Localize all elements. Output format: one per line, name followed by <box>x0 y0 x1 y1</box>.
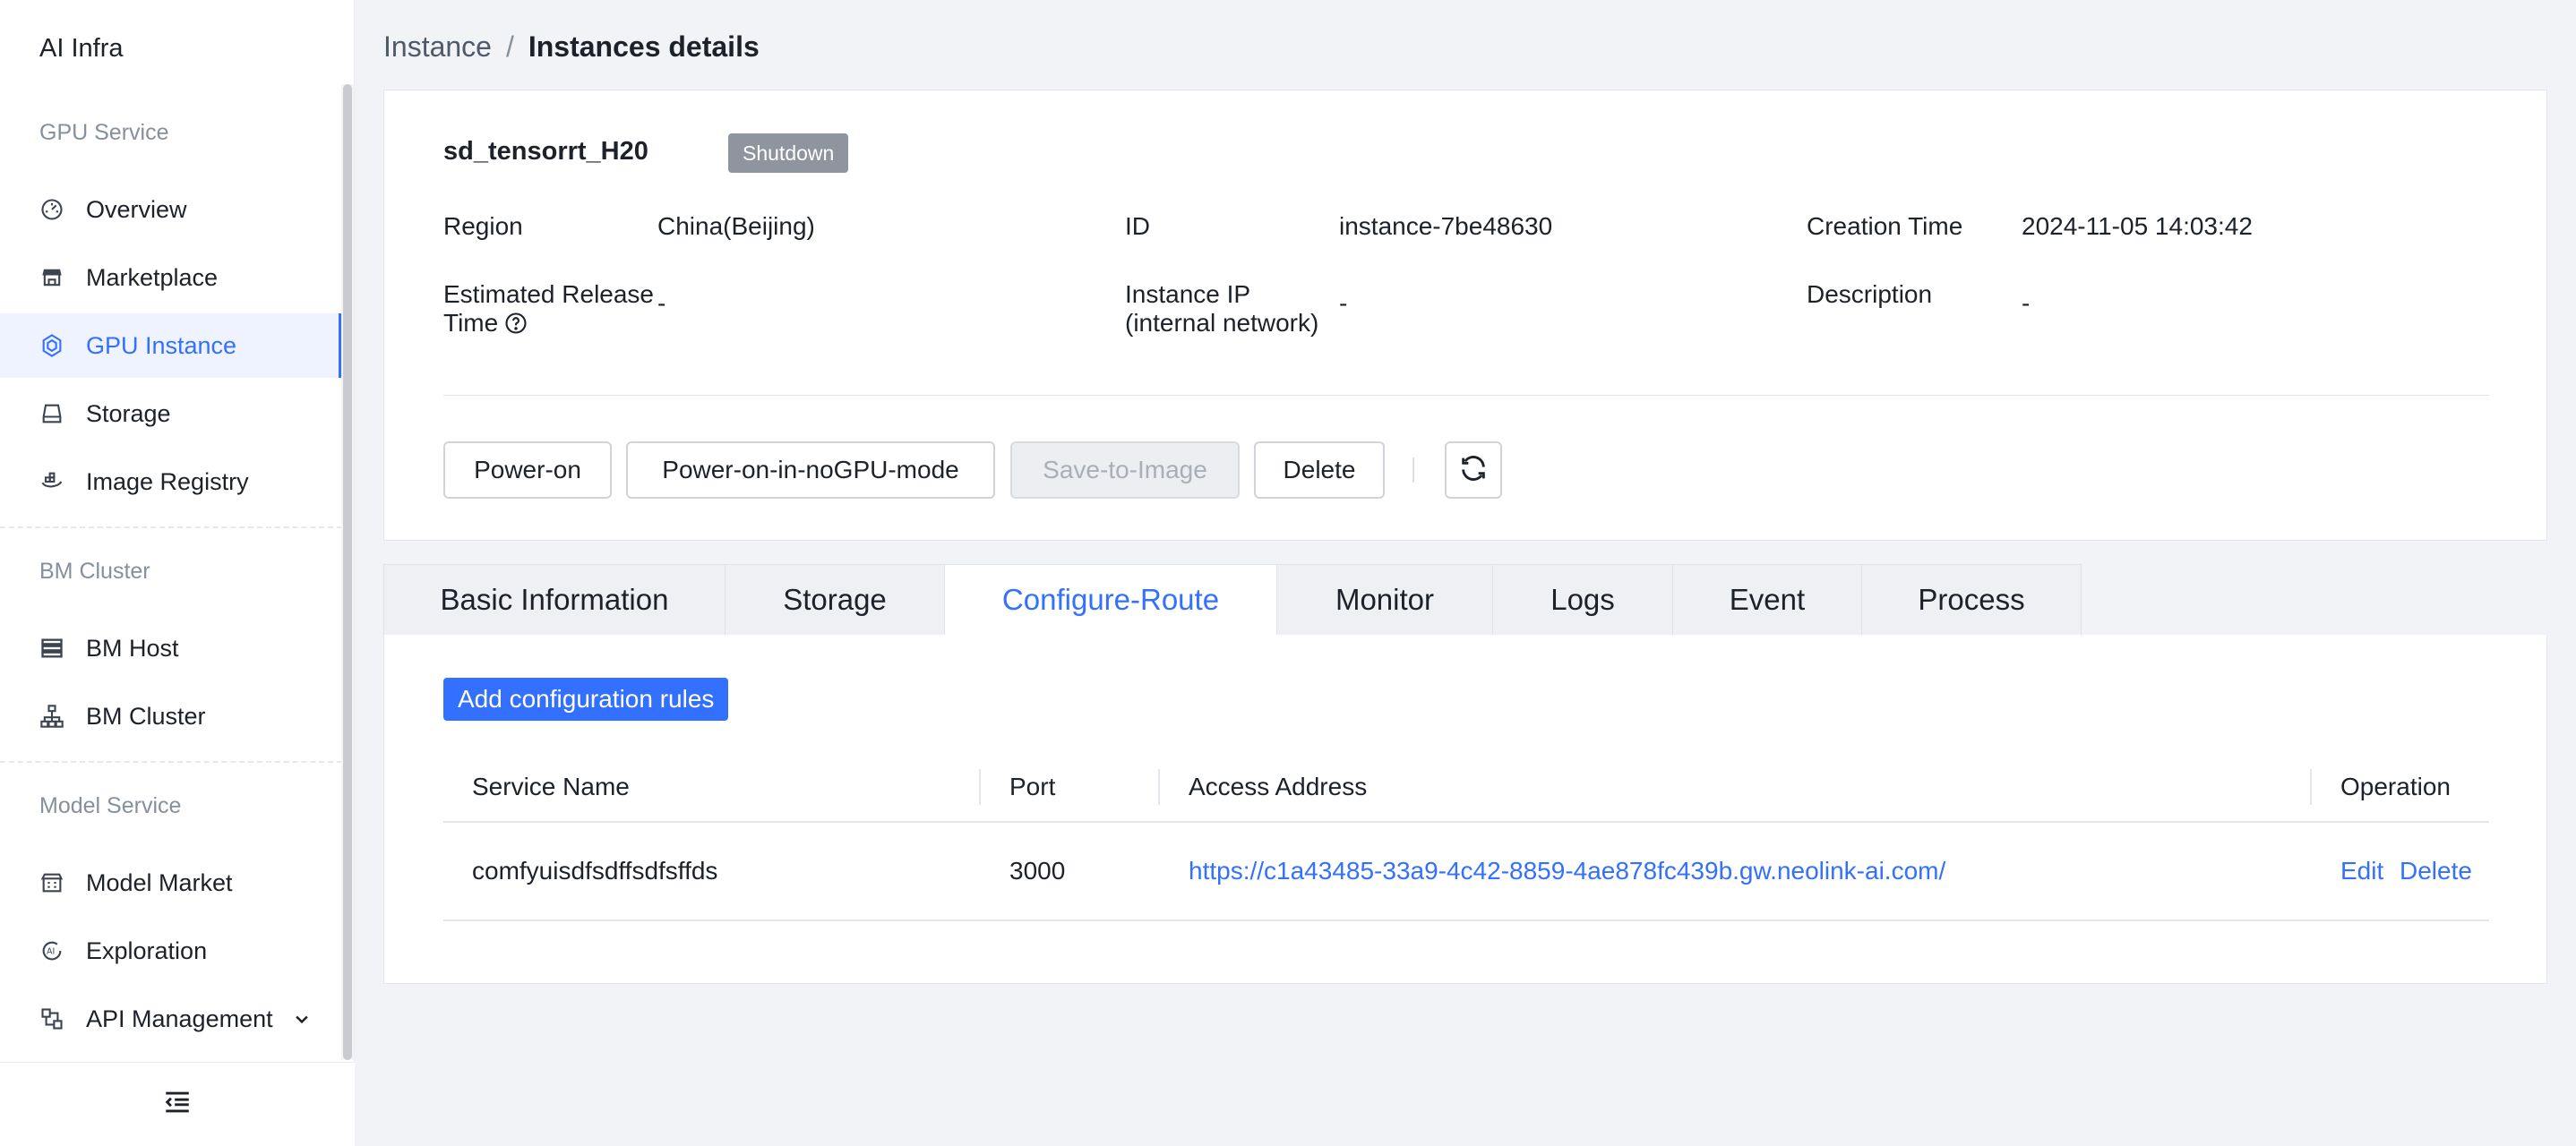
delete-button[interactable]: Delete <box>1254 441 1385 499</box>
model-market-icon <box>39 870 64 895</box>
sidebar-item-api-management[interactable]: API Management <box>0 987 342 1051</box>
region-value: China(Beijing) <box>657 212 815 240</box>
port-cell: 3000 <box>1009 857 1066 885</box>
sidebar-item-marketplace[interactable]: Marketplace <box>0 245 342 310</box>
sidebar-item-overview[interactable]: Overview <box>0 177 342 242</box>
id-value: instance-7be48630 <box>1339 212 1553 240</box>
table-row: comfyuisdfsdffsdfsffds 3000 https://c1a4… <box>443 823 2489 921</box>
card-divider <box>443 395 2489 396</box>
column-header-access-address: Access Address <box>1189 773 1368 800</box>
instance-ip-label: Instance IP (internal network) <box>1125 280 1319 337</box>
refresh-button[interactable] <box>1445 441 1502 499</box>
column-header-port: Port <box>1009 773 1056 800</box>
description-value: - <box>2022 289 2031 317</box>
sidebar-item-label: Model Market <box>86 868 233 896</box>
sidebar-item-gpu-instance[interactable]: GPU Instance <box>0 313 342 378</box>
nav-divider <box>0 526 342 528</box>
add-configuration-rules-button[interactable]: Add configuration rules <box>443 678 729 721</box>
sidebar-item-storage[interactable]: Storage <box>0 381 342 446</box>
toolbar-separator <box>1413 458 1414 483</box>
release-time-label: Estimated Release Time <box>443 280 655 337</box>
sidebar-item-label: API Management <box>86 1005 273 1032</box>
sidebar-scrollbar[interactable] <box>341 84 354 1060</box>
registry-icon <box>39 469 64 494</box>
sidebar-item-label: Marketplace <box>86 263 219 291</box>
svg-text:AI: AI <box>47 947 55 957</box>
breadcrumb-instance-link[interactable]: Instance <box>383 30 492 64</box>
sidebar-item-bm-cluster[interactable]: BM Cluster <box>0 684 342 748</box>
power-on-nogpu-button[interactable]: Power-on-in-noGPU-mode <box>626 441 995 499</box>
description-label: Description <box>1807 280 1933 308</box>
breadcrumb: Instance / Instances details <box>383 30 760 64</box>
instance-name: sd_tensorrt_H20 <box>443 137 648 166</box>
sidebar-item-model-market[interactable]: Model Market <box>0 851 342 915</box>
service-name-cell: comfyuisdfsdffsdfsffds <box>472 857 718 885</box>
sidebar-item-image-registry[interactable]: Image Registry <box>0 449 342 514</box>
sidebar-nav: GPU Service Overview Marketplace GPU Ins… <box>0 84 355 1060</box>
creation-time-value: 2024-11-05 14:03:42 <box>2022 212 2253 240</box>
storage-icon <box>39 401 64 426</box>
group-title-gpu-service: GPU Service <box>39 120 169 145</box>
configure-route-panel: Add configuration rules Service Name Por… <box>383 635 2547 984</box>
dashboard-icon <box>39 197 64 222</box>
column-separator <box>979 769 981 805</box>
access-address-link[interactable]: https://c1a43485-33a9-4c42-8859-4ae878fc… <box>1189 823 1945 919</box>
sidebar: AI Infra GPU Service Overview Marketplac… <box>0 0 355 1146</box>
tab-configure-route[interactable]: Configure-Route <box>944 564 1277 636</box>
store-icon <box>39 265 64 290</box>
tab-logs[interactable]: Logs <box>1492 564 1673 636</box>
gpu-icon <box>39 333 64 358</box>
edit-link[interactable]: Edit <box>2340 823 2383 919</box>
instance-summary-card: sd_tensorrt_H20 Shutdown Region China(Be… <box>383 90 2547 541</box>
refresh-icon <box>1458 453 1489 488</box>
nav-divider <box>0 761 342 763</box>
tab-process[interactable]: Process <box>1861 564 2082 636</box>
column-header-operation: Operation <box>2340 773 2451 800</box>
delete-link[interactable]: Delete <box>2400 823 2472 919</box>
group-title-model-service: Model Service <box>39 793 182 818</box>
status-badge: Shutdown <box>728 133 849 173</box>
app-title: AI Infra <box>39 34 124 63</box>
table-header: Service Name Port Access Address Operati… <box>443 751 2489 823</box>
page-title: Instances details <box>528 30 760 63</box>
region-label: Region <box>443 212 523 240</box>
detail-tabs: Basic Information Storage Configure-Rout… <box>383 564 2082 636</box>
sidebar-item-label: BM Cluster <box>86 702 206 730</box>
help-circle-icon[interactable] <box>503 311 528 336</box>
api-icon <box>39 1006 64 1031</box>
power-on-button[interactable]: Power-on <box>443 441 612 499</box>
column-header-service-name: Service Name <box>472 773 630 800</box>
cluster-icon <box>39 704 64 729</box>
creation-time-label: Creation Time <box>1807 212 1963 240</box>
sidebar-item-label: GPU Instance <box>86 331 237 359</box>
sidebar-footer <box>0 1062 355 1146</box>
scrollbar-thumb[interactable] <box>343 84 352 1060</box>
tab-event[interactable]: Event <box>1672 564 1862 636</box>
tab-basic-information[interactable]: Basic Information <box>383 564 726 636</box>
sidebar-item-label: Exploration <box>86 936 208 964</box>
tab-storage[interactable]: Storage <box>725 564 945 636</box>
release-time-value: - <box>657 289 666 317</box>
sidebar-item-label: Image Registry <box>86 467 249 495</box>
server-icon <box>39 636 64 661</box>
sidebar-item-label: BM Host <box>86 634 179 662</box>
column-separator <box>1158 769 1160 805</box>
ai-icon: AI <box>39 938 64 963</box>
save-to-image-button[interactable]: Save-to-Image <box>1010 441 1240 499</box>
sidebar-item-exploration[interactable]: AI Exploration <box>0 919 342 983</box>
collapse-menu-icon[interactable] <box>162 1087 193 1122</box>
id-label: ID <box>1125 212 1150 240</box>
sidebar-item-label: Storage <box>86 399 171 427</box>
tab-monitor[interactable]: Monitor <box>1276 564 1493 636</box>
sidebar-item-label: Overview <box>86 195 187 223</box>
sidebar-item-bm-host[interactable]: BM Host <box>0 616 342 680</box>
instance-ip-value: - <box>1339 289 1348 317</box>
chevron-down-icon[interactable] <box>292 1009 312 1029</box>
group-title-bm-cluster: BM Cluster <box>39 559 150 584</box>
breadcrumb-separator: / <box>505 30 514 63</box>
column-separator <box>2310 769 2312 805</box>
